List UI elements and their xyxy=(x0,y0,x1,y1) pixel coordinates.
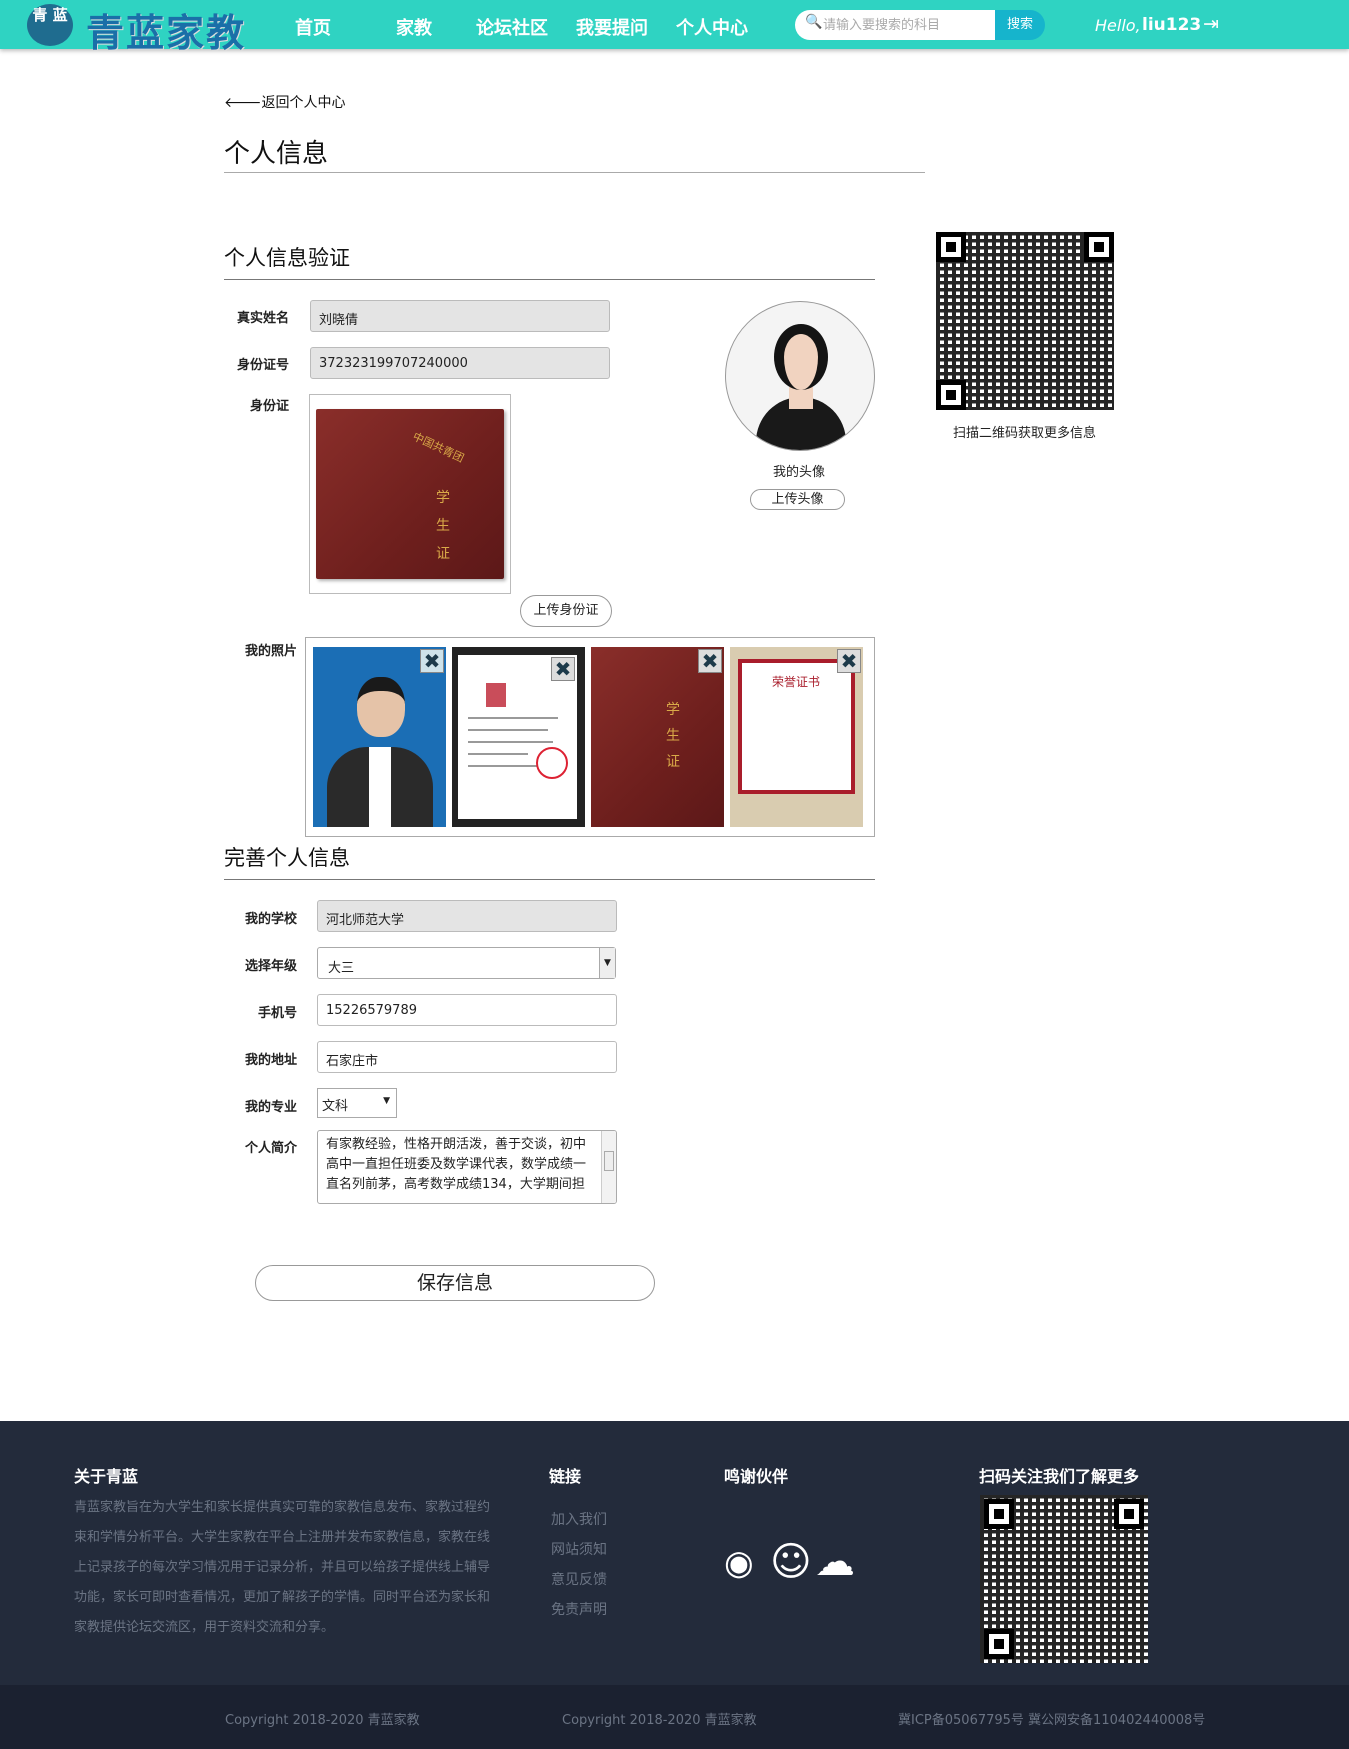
caret-down-icon: ▼ xyxy=(383,1096,390,1106)
delete-photo-icon[interactable]: ✖ xyxy=(420,649,444,673)
divider xyxy=(224,879,875,880)
logout-icon[interactable]: ⇥ xyxy=(1203,13,1219,35)
github-icon[interactable]: ◉ xyxy=(724,1543,754,1583)
footer-partners-title: 鸣谢伙伴 xyxy=(724,1467,789,1486)
qr-caption: 扫描二维码获取更多信息 xyxy=(953,426,1097,441)
intro-textarea[interactable]: 有家教经验，性格开朗活泼，善于交谈，初中高中一直担任班委及数学课代表，数学成绩一… xyxy=(317,1130,617,1204)
footer-qr-code xyxy=(980,1495,1148,1663)
nav-item-tutor[interactable]: 家教 xyxy=(396,14,432,40)
upload-id-card-button[interactable]: 上传身份证 xyxy=(520,595,612,627)
nav-item-ask[interactable]: 我要提问 xyxy=(576,14,648,40)
id-number-field[interactable]: 372323199707240000 xyxy=(310,347,610,379)
photo-item[interactable]: 学生证 ✖ xyxy=(591,647,724,827)
avatar-caption: 我的头像 xyxy=(773,465,826,480)
search-button[interactable]: 搜索 xyxy=(995,10,1045,40)
footer-link-notice[interactable]: 网站须知 xyxy=(551,1539,607,1559)
copyright-bar: Copyright 2018-2020 青蓝家教 Copyright 2018-… xyxy=(0,1685,1349,1749)
id-card-image-frame: 中国共青团 学生证 xyxy=(309,394,511,594)
photo-item[interactable]: ✖ xyxy=(313,647,446,827)
real-name-field[interactable]: 刘晓倩 xyxy=(310,300,610,332)
footer: 关于青蓝 青蓝家教旨在为大学生和家长提供真实可靠的家教信息发布、家教过程约束和学… xyxy=(0,1421,1349,1685)
logo-text[interactable]: 青蓝家教 xyxy=(86,2,246,57)
divider xyxy=(224,172,925,173)
phone-label: 手机号 xyxy=(257,1006,297,1021)
wechat-icon[interactable]: ☁ xyxy=(815,1539,855,1585)
nav-item-home[interactable]: 首页 xyxy=(295,14,331,40)
textarea-scrollbar[interactable] xyxy=(601,1131,616,1203)
footer-link-join[interactable]: 加入我们 xyxy=(551,1509,607,1529)
hello-text: Hello, xyxy=(1095,16,1141,35)
grade-select[interactable]: 大三 ▼ xyxy=(317,947,616,979)
delete-photo-icon[interactable]: ✖ xyxy=(698,649,722,673)
upload-avatar-button[interactable]: 上传头像 xyxy=(750,489,845,510)
id-card-image: 中国共青团 学生证 xyxy=(316,409,504,579)
username[interactable]: liu123 xyxy=(1142,15,1201,35)
search-box: 🔍 xyxy=(795,10,995,40)
copyright-text: Copyright 2018-2020 青蓝家教 xyxy=(562,1713,757,1728)
delete-photo-icon[interactable]: ✖ xyxy=(837,649,861,673)
copyright-text: Copyright 2018-2020 青蓝家教 xyxy=(225,1713,420,1728)
footer-qr-title: 扫码关注我们了解更多 xyxy=(979,1467,1140,1486)
school-label: 我的学校 xyxy=(244,912,297,927)
profile-section-title: 完善个人信息 xyxy=(224,846,350,870)
phone-field[interactable]: 15226579789 xyxy=(317,994,617,1026)
nav-item-forum[interactable]: 论坛社区 xyxy=(476,14,548,40)
qr-code xyxy=(936,232,1114,410)
footer-about-title: 关于青蓝 xyxy=(74,1467,139,1486)
top-navbar: 青 蓝 青蓝家教 首页 家教 论坛社区 我要提问 个人中心 🔍 搜索 Hello… xyxy=(0,0,1349,55)
grade-label: 选择年级 xyxy=(244,959,297,974)
avatar xyxy=(725,301,875,451)
page-title: 个人信息 xyxy=(224,139,329,169)
major-value: 文科 xyxy=(322,1099,349,1114)
photo-item[interactable]: 荣誉证书 ✖ xyxy=(730,647,863,827)
intro-label: 个人简介 xyxy=(244,1141,297,1156)
photos-label: 我的照片 xyxy=(244,644,297,659)
grade-value: 大三 xyxy=(328,961,355,976)
photo-item[interactable]: ✖ xyxy=(452,647,585,827)
intro-text: 有家教经验，性格开朗活泼，善于交谈，初中高中一直担任班委及数学课代表，数学成绩一… xyxy=(326,1137,587,1192)
id-number-label: 身份证号 xyxy=(236,358,289,373)
icp-text: 冀ICP备05067795号 冀公网安备110402440008号 xyxy=(898,1713,1206,1728)
divider xyxy=(224,279,875,280)
footer-about-text: 青蓝家教旨在为大学生和家长提供真实可靠的家教信息发布、家教过程约束和学情分析平台… xyxy=(74,1500,491,1635)
real-name-label: 真实姓名 xyxy=(236,311,289,326)
search-icon: 🔍 xyxy=(805,14,823,30)
address-field[interactable]: 石家庄市 xyxy=(317,1041,617,1073)
logo-seal[interactable]: 青 蓝 xyxy=(27,4,73,46)
save-button[interactable]: 保存信息 xyxy=(255,1265,655,1301)
id-card-label: 身份证 xyxy=(249,399,289,414)
major-label: 我的专业 xyxy=(244,1100,297,1115)
nav-item-profile[interactable]: 个人中心 xyxy=(676,14,748,40)
footer-link-disclaimer[interactable]: 免责声明 xyxy=(551,1599,607,1619)
verify-section-title: 个人信息验证 xyxy=(224,246,350,270)
qq-icon[interactable]: ☺ xyxy=(770,1539,812,1585)
delete-photo-icon[interactable]: ✖ xyxy=(551,657,575,681)
search-input[interactable] xyxy=(823,17,983,32)
chevron-down-icon[interactable]: ▼ xyxy=(599,948,615,978)
major-select[interactable]: 文科 ▼ xyxy=(317,1088,397,1118)
footer-links-title: 链接 xyxy=(549,1467,582,1486)
footer-link-feedback[interactable]: 意见反馈 xyxy=(551,1569,607,1589)
address-label: 我的地址 xyxy=(244,1053,297,1068)
back-to-profile-link[interactable]: 🡐返回个人中心 xyxy=(224,92,346,112)
photos-gallery: ✖ ✖ 学生证 ✖ 荣誉证书 ✖ xyxy=(305,637,875,837)
school-field[interactable]: 河北师范大学 xyxy=(317,900,617,932)
